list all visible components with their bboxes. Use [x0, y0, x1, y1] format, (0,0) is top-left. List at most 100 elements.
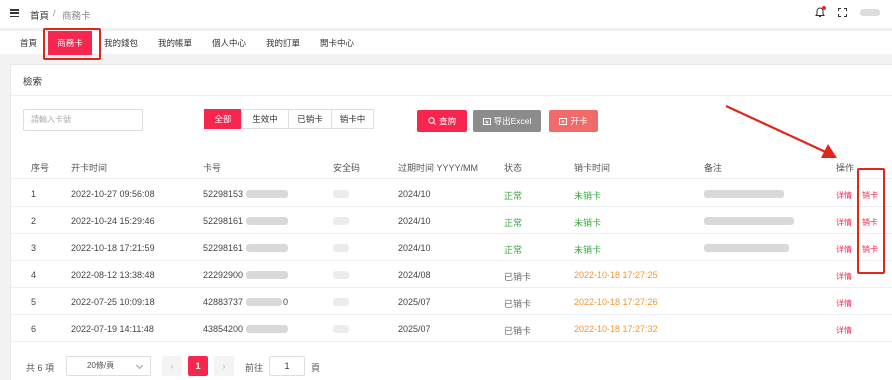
masked-security-code: [333, 244, 349, 252]
status: 已销卡: [504, 299, 532, 309]
masked-remark: [704, 244, 789, 252]
detail-link[interactable]: 详情: [836, 244, 852, 255]
row-number: 6: [31, 324, 37, 334]
card-number: 43854200: [203, 324, 244, 334]
masked-card-digits: [246, 217, 288, 225]
page-size-select[interactable]: 20條/頁: [66, 356, 151, 376]
masked-security-code: [333, 325, 349, 333]
card-number: 42883737: [203, 297, 244, 307]
next-page-button[interactable]: ›: [214, 356, 234, 376]
masked-security-code: [333, 298, 349, 306]
annotation-arrow: [725, 105, 837, 158]
masked-card-digits: [246, 190, 288, 198]
goto-page-input[interactable]: 1: [269, 356, 305, 376]
cancel-time: 2022-10-18 17:27:32: [574, 324, 658, 334]
menu-toggle-icon[interactable]: [10, 9, 19, 18]
status: 正常: [504, 218, 523, 228]
breadcrumb-separator: /: [53, 8, 56, 19]
row-number: 3: [31, 243, 37, 253]
row-number: 4: [31, 270, 37, 280]
tab-open-card-center[interactable]: 開卡中心: [320, 31, 354, 55]
fullscreen-icon[interactable]: [838, 8, 847, 17]
breadcrumb-home[interactable]: 首頁: [30, 8, 49, 22]
detail-link[interactable]: 详情: [836, 217, 852, 228]
column-header: 安全码: [333, 163, 361, 173]
row-number: 1: [31, 189, 37, 199]
column-header: 销卡时间: [574, 163, 611, 173]
tab-home[interactable]: 首頁: [20, 31, 37, 55]
page-size-value: 20條/頁: [87, 361, 115, 370]
masked-security-code: [333, 217, 349, 225]
filter-active[interactable]: 生效中: [241, 109, 289, 129]
masked-card-digits: [246, 298, 282, 306]
row-number: 5: [31, 297, 37, 307]
tab-wallet[interactable]: 我的錢包: [104, 31, 138, 55]
export-label: 导出Excel: [493, 116, 532, 126]
open-time: 2022-08-12 13:38:48: [71, 270, 155, 280]
detail-link[interactable]: 详情: [836, 298, 852, 309]
open-time: 2022-07-19 14:11:48: [71, 324, 154, 334]
query-label: 查詢: [438, 116, 456, 126]
cancel-time: 2022-10-18 17:27:25: [574, 270, 658, 280]
open-card-label: 开卡: [570, 116, 588, 126]
nav-tabs: 首頁 商務卡 我的錢包 我的帳單 個人中心 我的訂單 開卡中心: [0, 30, 892, 55]
card-number: 52298161: [203, 243, 244, 253]
status: 已销卡: [504, 272, 532, 282]
masked-remark: [704, 190, 784, 198]
tab-profile[interactable]: 個人中心: [212, 31, 246, 55]
total-count: 共 6 項: [26, 363, 55, 373]
status: 正常: [504, 191, 523, 201]
row-number: 2: [31, 216, 37, 226]
filter-all[interactable]: 全部: [204, 109, 242, 129]
status: 已销卡: [504, 326, 532, 336]
page-suffix: 頁: [311, 363, 321, 373]
expiry: 2025/07: [398, 297, 431, 307]
expiry: 2024/10: [398, 216, 431, 226]
query-button[interactable]: 查詢: [417, 110, 467, 132]
user-avatar[interactable]: [860, 9, 880, 16]
search-icon: [428, 117, 436, 125]
table-row: 2 2022-10-24 15:29:46 52298161 2024/10 正…: [11, 207, 892, 234]
top-bar: 首頁 / 商務卡: [0, 0, 892, 28]
open-card-button[interactable]: 开卡: [549, 110, 598, 132]
table-row: 1 2022-10-27 09:56:08 52298153 2024/10 正…: [11, 180, 892, 207]
export-excel-button[interactable]: 导出Excel: [473, 110, 541, 132]
filter-cancelling[interactable]: 销卡中: [331, 109, 374, 129]
divider: [11, 95, 892, 96]
masked-security-code: [333, 271, 349, 279]
status: 正常: [504, 245, 523, 255]
tab-orders[interactable]: 我的訂單: [266, 31, 300, 55]
tab-bills[interactable]: 我的帳單: [158, 31, 192, 55]
column-header: 卡号: [203, 163, 222, 173]
table-row: 3 2022-10-18 17:21:59 52298161 2024/10 正…: [11, 234, 892, 261]
cancel-time: 未销卡: [574, 245, 602, 255]
goto-label: 前往: [245, 363, 264, 373]
expiry: 2024/08: [398, 270, 431, 280]
table-row: 5 2022-07-25 10:09:18 42883737 0 2025/07…: [11, 288, 892, 315]
cancel-time: 未销卡: [574, 218, 602, 228]
cancel-time: 未销卡: [574, 191, 602, 201]
card-number-search-input[interactable]: 請輸入卡號: [23, 109, 143, 131]
column-header: 序号: [31, 163, 50, 173]
column-header: 过期时间 YYYY/MM: [398, 163, 479, 173]
masked-card-digits: [246, 325, 288, 333]
filter-cancelled[interactable]: 已销卡: [288, 109, 332, 129]
masked-security-code: [333, 190, 349, 198]
masked-remark: [704, 217, 794, 225]
card-number: 52298153: [203, 189, 244, 199]
cancel-time: 2022-10-18 17:27:26: [574, 297, 658, 307]
chevron-down-icon: [135, 361, 144, 370]
masked-card-digits: [246, 244, 288, 252]
expiry: 2025/07: [398, 324, 431, 334]
detail-link[interactable]: 详情: [836, 325, 852, 336]
open-time: 2022-07-25 10:09:18: [71, 297, 155, 307]
page-number-button[interactable]: 1: [188, 356, 208, 376]
detail-link[interactable]: 详情: [836, 190, 852, 201]
open-time: 2022-10-24 15:29:46: [71, 216, 155, 226]
column-header: 开卡时间: [71, 163, 108, 173]
detail-link[interactable]: 详情: [836, 271, 852, 282]
prev-page-button[interactable]: ‹: [162, 356, 182, 376]
open-time: 2022-10-18 17:21:59: [71, 243, 155, 253]
open-time: 2022-10-27 09:56:08: [71, 189, 155, 199]
bell-icon[interactable]: [815, 6, 826, 18]
